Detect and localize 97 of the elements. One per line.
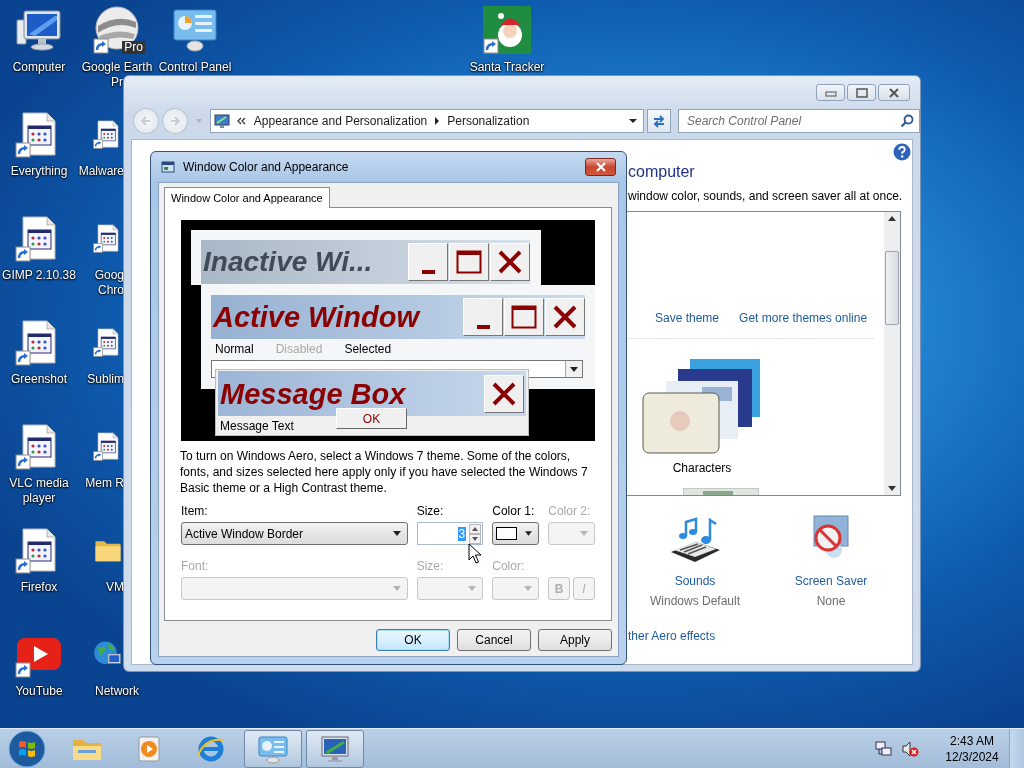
taskbar-button[interactable] <box>244 729 302 768</box>
icon-label[interactable]: VLC media player <box>1 476 77 506</box>
caret-icon <box>570 366 578 372</box>
badge-label: Pro <box>122 41 145 54</box>
close-icon <box>594 162 607 172</box>
icon-label[interactable]: YouTube <box>1 684 77 699</box>
field-label: Color 2: <box>548 504 592 519</box>
scroll-down-icon[interactable] <box>888 486 896 491</box>
monitor-icon <box>213 113 230 129</box>
cursor-icon <box>468 543 482 565</box>
icon-label[interactable]: Control Panel <box>157 60 233 75</box>
control-panel-icon <box>256 733 290 764</box>
menu-item[interactable]: Normal <box>215 341 262 357</box>
aero-effects-link[interactable]: ther Aero effects <box>628 629 716 644</box>
color-dropdown[interactable] <box>492 522 540 545</box>
network-icon[interactable] <box>875 739 893 758</box>
breadcrumb-item[interactable]: Personalization <box>447 114 530 128</box>
breadcrumb-item[interactable]: Appearance and Personalization <box>253 114 428 128</box>
page-description: window color, sounds, and screen saver all at once. <box>628 188 903 204</box>
scroll-thumb[interactable] <box>885 251 899 325</box>
caret-icon <box>392 531 401 536</box>
start-orb-icon <box>8 729 46 768</box>
tab[interactable]: Window Color and Appearance <box>164 187 330 208</box>
icon-label[interactable]: Greenshot <box>1 372 77 387</box>
field-label: Color: <box>492 559 526 574</box>
icon-label[interactable]: Network <box>79 684 155 699</box>
preview-ok-button[interactable]: OK <box>336 408 407 429</box>
caret-icon <box>580 531 588 536</box>
address-bar[interactable]: Appearance and Personalization Personalization <box>209 109 645 133</box>
field-label: Size: <box>416 504 445 519</box>
caret-icon <box>468 586 477 591</box>
close-button[interactable] <box>585 158 616 176</box>
theme-link[interactable]: Get more themes online <box>739 311 868 326</box>
field-label: Size: <box>416 559 445 574</box>
caret-icon <box>392 586 401 591</box>
theme-link[interactable]: Save theme <box>655 311 720 326</box>
icon-label[interactable]: Everything <box>1 164 77 179</box>
setting-link[interactable]: Screen Saver <box>794 574 868 589</box>
monitor-icon <box>318 733 352 764</box>
minimize-icon <box>476 325 490 329</box>
scrollbar[interactable] <box>884 212 900 495</box>
clock-date[interactable]: 12/3/2024 <box>945 748 999 765</box>
icon-label[interactable]: Firefox <box>1 580 77 595</box>
santa-icon[interactable] <box>483 6 531 54</box>
search-icon[interactable] <box>900 114 914 128</box>
maximize-icon <box>855 87 868 98</box>
icon-label[interactable]: Computer <box>1 60 77 75</box>
font-color-dropdown[interactable] <box>492 577 539 600</box>
window-icon <box>161 160 175 174</box>
spin-up-icon[interactable] <box>469 523 482 534</box>
icon-label[interactable]: Santa Tracker <box>469 60 545 75</box>
maximize-icon <box>511 305 537 329</box>
dialog-button[interactable]: OK <box>376 629 450 651</box>
description-text: To turn on Windows Aero, select a Windows 7 theme. Some of the colors, fonts, and sizes selected here apply only if you have selected the Windows 7 Basic theme or a High Contrast theme. <box>180 448 589 496</box>
caret-icon <box>525 531 533 536</box>
close-icon <box>888 87 900 98</box>
caret-icon <box>524 586 532 591</box>
control-panel-icon[interactable] <box>171 6 219 54</box>
setting-value: None <box>816 594 846 609</box>
help-icon[interactable] <box>893 143 911 161</box>
close-icon <box>492 381 516 406</box>
field-label: Font: <box>181 559 210 574</box>
window-title: Window Color and Appearance <box>183 160 349 174</box>
close-icon <box>553 305 577 329</box>
back-arrow-icon <box>139 115 152 127</box>
icon-label[interactable]: Google Earth Pr <box>79 60 155 90</box>
scroll-up-icon[interactable] <box>888 216 896 221</box>
speaker-icon[interactable] <box>901 739 919 758</box>
forward-arrow-icon <box>168 115 181 127</box>
maximize-icon <box>456 250 482 274</box>
item-dropdown[interactable]: Active Window Border <box>181 522 408 545</box>
setting-value: Windows Default <box>649 594 740 609</box>
taskbar-button[interactable] <box>306 729 364 768</box>
caret-icon[interactable] <box>629 118 638 124</box>
field-label: Color 1: <box>492 504 536 519</box>
menu-item[interactable]: Selected <box>344 341 400 357</box>
search-field[interactable]: Search Control Panel <box>678 109 920 133</box>
chevron-icon[interactable] <box>236 117 247 125</box>
refresh-button[interactable] <box>647 109 671 133</box>
spin-down-icon[interactable] <box>469 533 482 544</box>
preview-message-box[interactable]: Message Box Message Text OK <box>215 369 529 436</box>
field-label: Item: <box>181 504 209 519</box>
message-text[interactable]: Message Text <box>220 419 294 434</box>
caret-icon[interactable] <box>434 117 441 125</box>
dialog-button[interactable]: Apply <box>538 629 612 651</box>
minimize-icon <box>824 88 837 97</box>
close-icon <box>498 250 522 274</box>
close-button[interactable] <box>878 84 910 101</box>
globe-icon[interactable] <box>93 6 141 54</box>
theme-name[interactable]: Characters <box>672 461 732 476</box>
clock-time[interactable]: 2:43 AM <box>950 732 994 749</box>
page-heading: computer <box>628 162 695 182</box>
minimize-icon <box>421 270 435 274</box>
icon-label[interactable]: GIMP 2.10.38 <box>1 268 77 283</box>
setting-link[interactable]: Sounds <box>674 574 716 589</box>
dialog-button[interactable]: Cancel <box>457 629 531 651</box>
color-dropdown[interactable] <box>548 522 595 545</box>
